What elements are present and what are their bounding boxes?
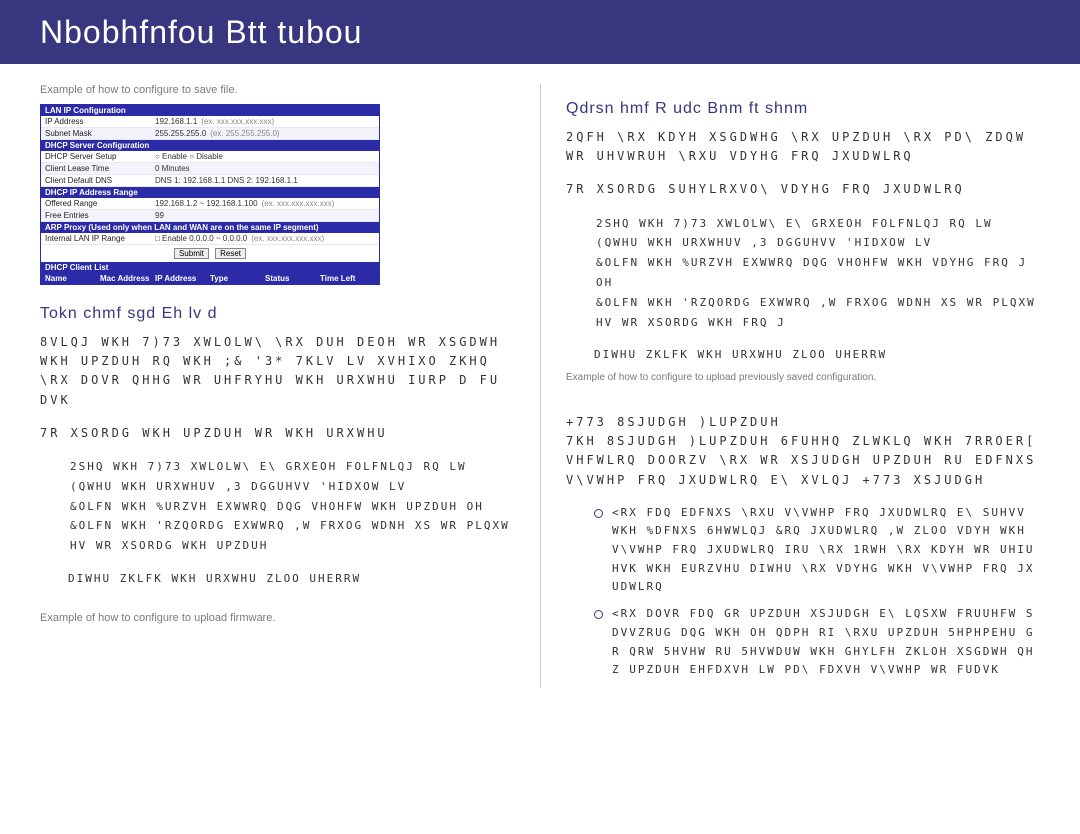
right-section-title: Qdrsn hmf R udc Bnm ft shnm bbox=[566, 100, 1040, 118]
config-screenshot: LAN IP Configuration IP Address192.168.1… bbox=[40, 104, 380, 285]
cfg-lease-lbl: Client Lease Time bbox=[45, 164, 155, 173]
cfg-arp-hint: (ex. xxx.xxx.xxx.xxx) bbox=[251, 234, 324, 243]
cfg-range-hint: (ex. xxx.xxx.xxx.xxx) bbox=[262, 199, 335, 208]
cfg-mask-lbl: Subnet Mask bbox=[45, 129, 155, 138]
cfg-sec-range: DHCP IP Address Range bbox=[41, 187, 379, 198]
left-para1: 8VLQJ WKH 7)73 XWLOLW\ \RX DUH DEOH WR X… bbox=[40, 333, 510, 410]
left-step: &OLFN WKH 'RZQORDG EXWWRQ ,W FRXOG WDNH … bbox=[70, 516, 510, 556]
cfg-btnrow: Submit Reset bbox=[41, 245, 379, 262]
cfg-c3: IP Address bbox=[155, 274, 210, 283]
right-step: (QWHU WKH URXWHUV ,3 DGGUHVV 'HIDXOW LV bbox=[596, 233, 1040, 253]
left-para2: 7R XSORDG WKH UPZDUH WR WKH URXWHU bbox=[40, 424, 510, 443]
cfg-submit-btn: Submit bbox=[174, 248, 209, 259]
cfg-range-lbl: Offered Range bbox=[45, 199, 155, 208]
left-after: DIWHU ZKLFK WKH URXWHU ZLOO UHERRW bbox=[68, 570, 510, 588]
cfg-reset-btn: Reset bbox=[215, 248, 246, 259]
cfg-dhcp-lbl: DHCP Server Setup bbox=[45, 152, 155, 161]
cfg-sec-dhcp: DHCP Server Configuration bbox=[41, 140, 379, 151]
http-bullets: <RX FDQ EDFNXS \RXU V\VWHP FRQ JXUDWLRQ … bbox=[594, 504, 1040, 680]
cfg-range-val: 192.168.1.2 ~ 192.168.1.100 bbox=[155, 199, 258, 208]
right-column: Qdrsn hmf R udc Bnm ft shnm 2QFH \RX KDY… bbox=[540, 84, 1040, 688]
right-step: 2SHQ WKH 7)73 XWLOLW\ E\ GRXEOH FOLFNLQJ… bbox=[596, 214, 1040, 234]
right-after: DIWHU ZKLFK WKH URXWHU ZLOO UHERRW bbox=[594, 346, 1040, 364]
cfg-client-cols: Name Mac Address IP Address Type Status … bbox=[41, 273, 379, 284]
cfg-sec-arp: ARP Proxy (Used only when LAN and WAN ar… bbox=[41, 222, 379, 233]
right-step: &OLFN WKH 'RZQORDG EXWWRQ ,W FRXOG WDNH … bbox=[596, 293, 1040, 333]
header-bar: Nbobhfnfou Btt tubou bbox=[0, 0, 1080, 64]
left-column: Example of how to configure to save file… bbox=[40, 84, 510, 688]
cfg-ip-val: 192.168.1.1 bbox=[155, 117, 197, 126]
page-title: Nbobhfnfou Btt tubou bbox=[40, 14, 362, 51]
left-section-title: Tokn chmf sgd Eh lv d bbox=[40, 305, 510, 323]
right-steps: 2SHQ WKH 7)73 XWLOLW\ E\ GRXEOH FOLFNLQJ… bbox=[596, 214, 1040, 333]
cfg-c2: Mac Address bbox=[100, 274, 155, 283]
page-body: Example of how to configure to save file… bbox=[0, 64, 1080, 728]
cfg-lease-val: 0 Minutes bbox=[155, 164, 190, 173]
cfg-c6: Time Left bbox=[320, 274, 375, 283]
cfg-ip-lbl: IP Address bbox=[45, 117, 155, 126]
cfg-c4: Type bbox=[210, 274, 265, 283]
http-bullet: <RX FDQ EDFNXS \RXU V\VWHP FRQ JXUDWLRQ … bbox=[594, 504, 1040, 597]
left-step: (QWHU WKH URXWHUV ,3 DGGUHVV 'HIDXOW LV bbox=[70, 477, 510, 497]
http-bullet: <RX DOVR FDQ GR UPZDUH XSJUDGH E\ LQSXW … bbox=[594, 605, 1040, 680]
cfg-ip-hint: (ex. xxx.xxx.xxx.xxx) bbox=[201, 117, 274, 126]
left-steps: 2SHQ WKH 7)73 XWLOLW\ E\ GRXEOH FOLFNLQJ… bbox=[70, 457, 510, 556]
cfg-c1: Name bbox=[45, 274, 100, 283]
cfg-mask-hint: (ex. 255.255.255.0) bbox=[210, 129, 279, 138]
cfg-mask-val: 255.255.255.0 bbox=[155, 129, 206, 138]
caption-save-file: Example of how to configure to save file… bbox=[40, 84, 510, 96]
right-para2: 7R XSORDG SUHYLRXVO\ VDYHG FRQ JXUDWLRQ bbox=[566, 180, 1040, 199]
cfg-free-lbl: Free Entries bbox=[45, 211, 155, 220]
cfg-dhcp-val: ○ Enable ○ Disable bbox=[155, 152, 223, 161]
left-step: &OLFN WKH %URZVH EXWWRQ DQG VHOHFW WKH U… bbox=[70, 497, 510, 517]
http-body: 7KH 8SJUDGH )LUPZDUH 6FUHHQ ZLWKLQ WKH 7… bbox=[566, 432, 1040, 490]
cfg-free-val: 99 bbox=[155, 211, 164, 220]
right-para1: 2QFH \RX KDYH XSGDWHG \RX UPZDUH \RX PD\… bbox=[566, 128, 1040, 166]
caption-upload-fw: Example of how to configure to upload fi… bbox=[40, 612, 510, 624]
cfg-arp-val: □ Enable 0.0.0.0 ~ 0.0.0.0 bbox=[155, 234, 247, 243]
right-step: &OLFN WKH %URZVH EXWWRQ DQG VHOHFW WKH V… bbox=[596, 253, 1040, 293]
cfg-dns-val: DNS 1: 192.168.1.1 DNS 2: 192.168.1.1 bbox=[155, 176, 298, 185]
cfg-c5: Status bbox=[265, 274, 320, 283]
cfg-sec-client: DHCP Client List bbox=[41, 262, 379, 273]
left-step: 2SHQ WKH 7)73 XWLOLW\ E\ GRXEOH FOLFNLQJ… bbox=[70, 457, 510, 477]
cfg-arp-lbl: Internal LAN IP Range bbox=[45, 234, 155, 243]
cfg-dns-lbl: Client Default DNS bbox=[45, 176, 155, 185]
http-title: +773 8SJUDGH )LUPZDUH bbox=[566, 413, 1040, 432]
caption-upload-cfg: Example of how to configure to upload pr… bbox=[566, 372, 1040, 383]
cfg-sec-lan: LAN IP Configuration bbox=[41, 105, 379, 116]
